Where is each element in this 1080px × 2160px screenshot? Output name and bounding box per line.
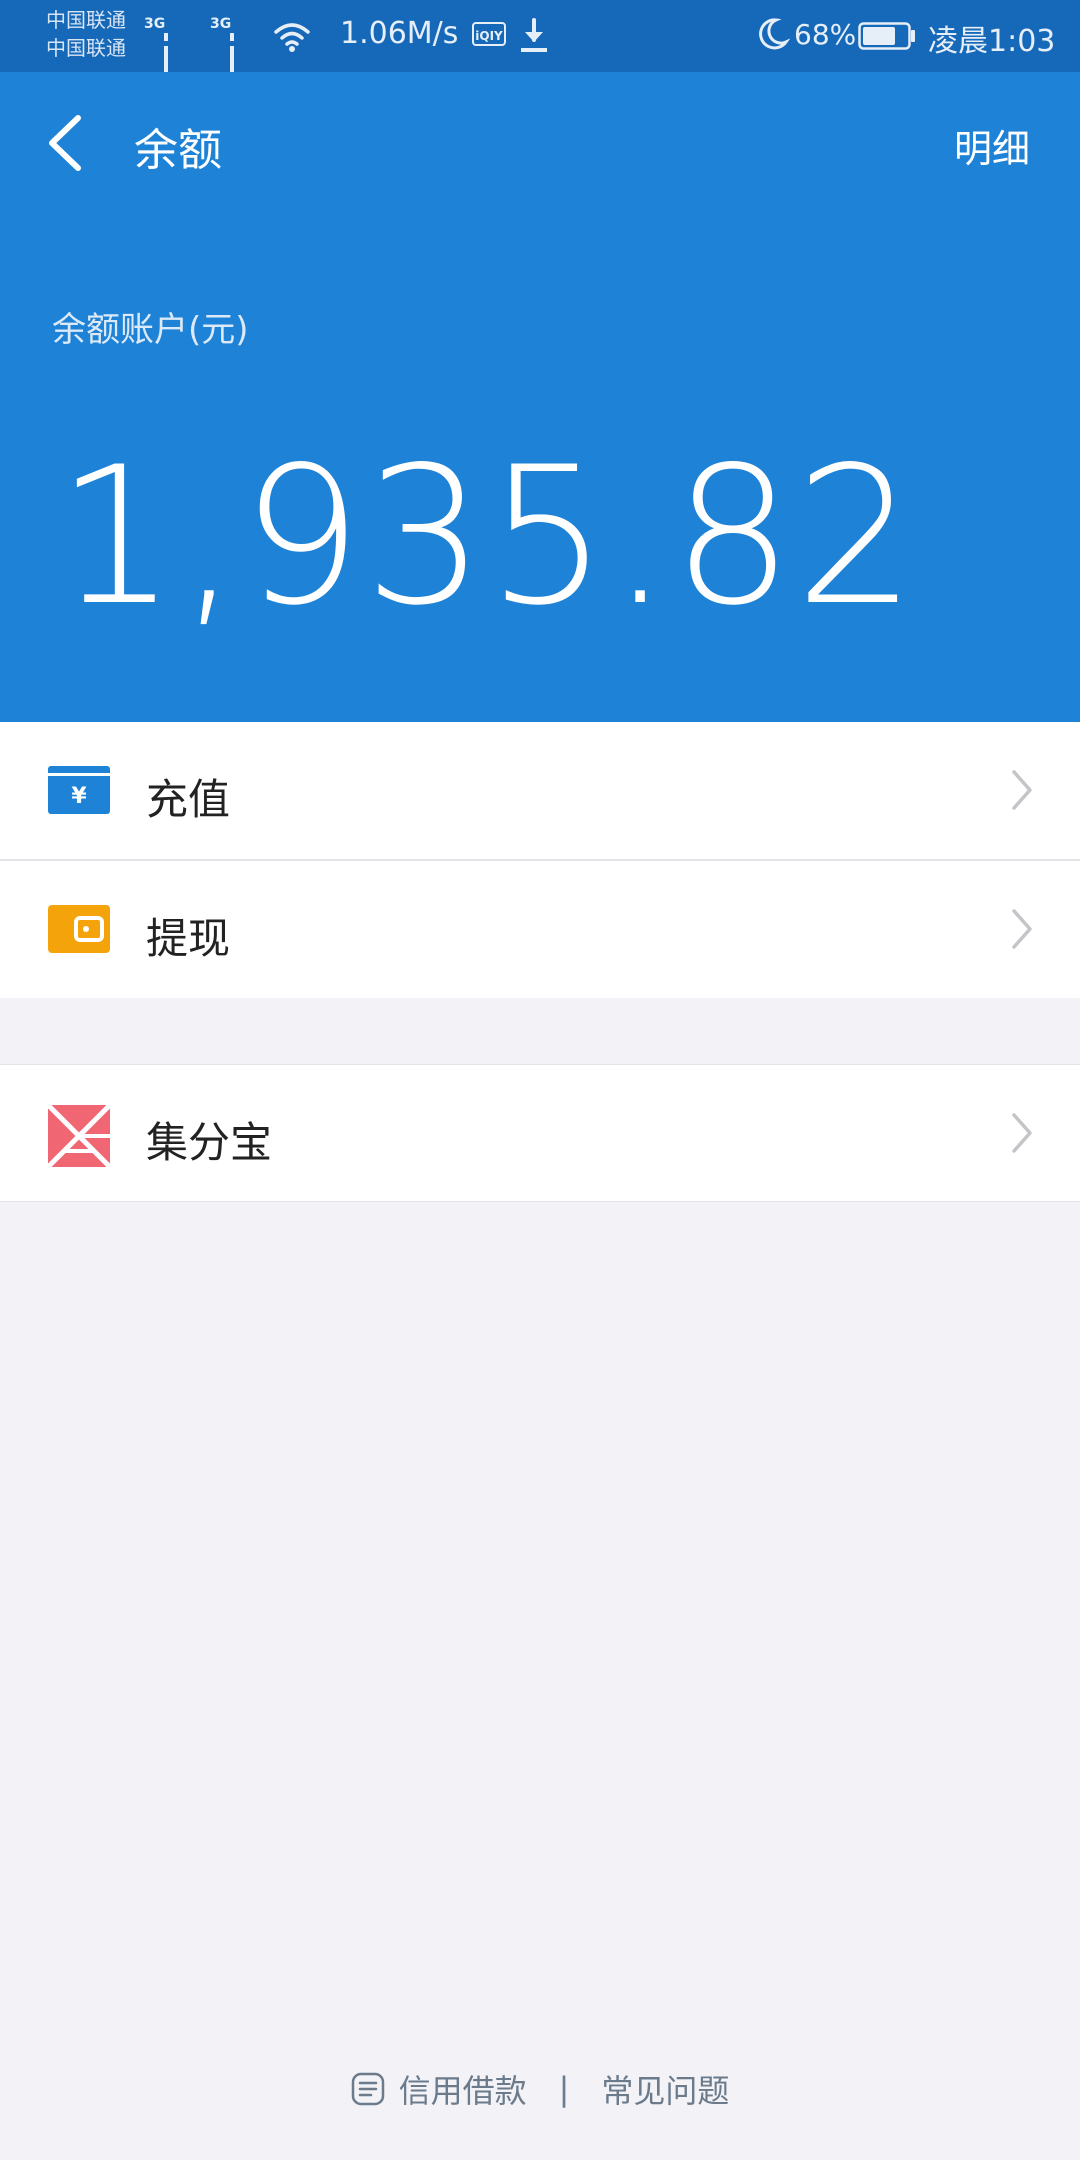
clock: 凌晨1:03	[928, 24, 1056, 59]
credit-loan-link[interactable]: 信用借款	[399, 2066, 527, 2112]
jifenbao-icon	[48, 1105, 110, 1167]
list-item-label: 集分宝	[146, 1118, 273, 1167]
list-item-withdraw[interactable]: 提现	[0, 861, 1080, 998]
battery-icon	[858, 22, 915, 50]
points-list: 集分宝	[0, 1064, 1080, 1202]
chevron-right-icon	[1012, 1113, 1032, 1153]
status-bar: 中国联通 中国联通 3G 3G 1.06M/s iQIY 68% 凌晨1:03	[0, 0, 1080, 106]
balance-header: 余额 明细 余额账户(元) 1,935.82	[0, 72, 1080, 722]
credit-loan-icon	[351, 2072, 384, 2106]
svg-text:¥: ¥	[71, 784, 87, 809]
wifi-icon	[274, 23, 310, 52]
balance-amount: 1,935.82	[56, 426, 919, 647]
wallet-icon	[48, 905, 110, 953]
balance-actions-list: ¥ 充值 提现	[0, 722, 1080, 998]
carrier-2: 中国联通	[46, 36, 126, 60]
carrier-names: 中国联通 中国联通	[46, 6, 142, 62]
network-type-2: 3G	[210, 16, 232, 32]
back-icon[interactable]	[42, 112, 86, 174]
balance-label: 余额账户(元)	[52, 310, 249, 350]
battery-percentage: 68%	[794, 18, 857, 51]
recharge-icon: ¥	[48, 766, 110, 814]
list-item-recharge[interactable]: ¥ 充值	[0, 722, 1080, 861]
page-title: 余额	[134, 125, 222, 176]
list-item-jifenbao[interactable]: 集分宝	[0, 1065, 1080, 1201]
footer-links: 信用借款 | 常见问题	[0, 2066, 1080, 2116]
moon-icon	[759, 18, 790, 50]
list-item-label: 充值	[146, 775, 231, 824]
download-icon	[521, 18, 547, 52]
network-speed: 1.06M/s	[340, 16, 459, 51]
chevron-right-icon	[1012, 770, 1032, 810]
list-item-label: 提现	[146, 914, 231, 963]
detail-link[interactable]: 明细	[954, 118, 1030, 173]
network-type-1: 3G	[144, 16, 166, 32]
chevron-right-icon	[1012, 909, 1032, 949]
iqiyi-icon: iQIY	[472, 22, 506, 46]
faq-link[interactable]: 常见问题	[601, 2066, 729, 2112]
carrier-1: 中国联通	[46, 8, 126, 32]
footer-separator: |	[558, 2070, 570, 2108]
